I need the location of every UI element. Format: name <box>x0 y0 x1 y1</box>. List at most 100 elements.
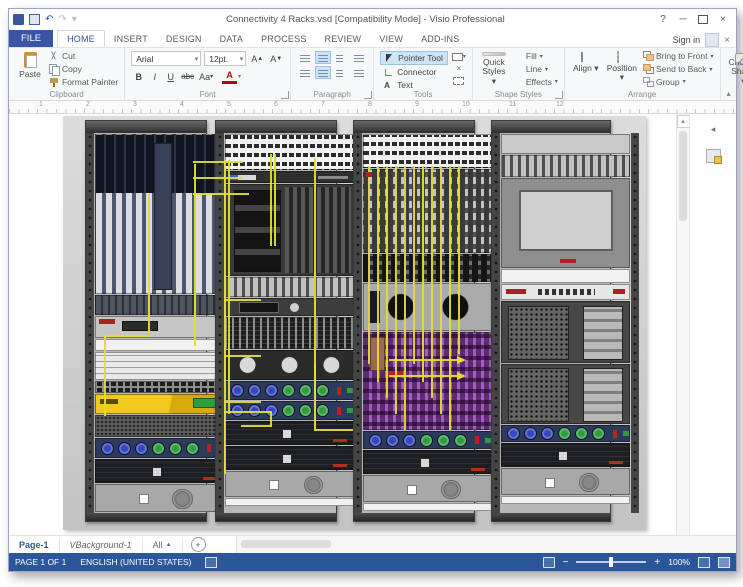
font-family-select[interactable]: Arial▾ <box>131 51 201 66</box>
tab-addins[interactable]: ADD-INS <box>412 31 468 47</box>
blade-server[interactable] <box>225 184 354 276</box>
cable-manager[interactable] <box>501 155 630 177</box>
shrink-font-button[interactable]: A▼ <box>268 53 284 65</box>
align-center-button[interactable] <box>315 51 331 64</box>
save-icon[interactable] <box>29 14 40 25</box>
blank-panel[interactable] <box>501 496 630 504</box>
ups-rack-mount[interactable] <box>501 468 630 495</box>
switch-stack[interactable] <box>363 169 492 253</box>
underline-button[interactable]: U <box>163 71 178 83</box>
router[interactable] <box>95 316 224 338</box>
storage-array[interactable] <box>501 364 630 424</box>
horizontal-scroll-thumb[interactable] <box>241 540 331 548</box>
macro-record-icon[interactable] <box>205 557 217 568</box>
minimize-button[interactable]: ─ <box>674 12 692 26</box>
core-router-chassis[interactable] <box>95 134 224 294</box>
align-bottom-button[interactable] <box>333 66 349 79</box>
fiber-panel[interactable] <box>95 438 224 458</box>
zoom-in-button[interactable]: + <box>654 557 660 568</box>
font-dialog-launcher[interactable] <box>281 91 289 99</box>
ups-rack-mount[interactable] <box>363 475 492 502</box>
port-module[interactable] <box>225 317 354 349</box>
kvm-console[interactable] <box>501 178 630 268</box>
tab-file[interactable]: FILE <box>9 30 53 47</box>
connection-point-button[interactable]: × <box>452 63 466 74</box>
vertical-scroll-thumb[interactable] <box>679 131 687 221</box>
pointer-tool-button[interactable]: Pointer Tool <box>380 51 448 65</box>
zoom-slider-thumb[interactable] <box>609 557 613 567</box>
blank-panel[interactable] <box>225 498 354 506</box>
horizontal-scrollbar[interactable] <box>236 536 736 553</box>
align-left-button[interactable] <box>297 51 313 64</box>
avatar[interactable] <box>705 33 719 47</box>
switch[interactable] <box>95 295 224 315</box>
language-indicator[interactable]: ENGLISH (UNITED STATES) <box>80 557 191 567</box>
vent-panel[interactable] <box>95 415 224 437</box>
bullets-button[interactable] <box>351 51 367 64</box>
page-indicator[interactable]: PAGE 1 OF 1 <box>15 557 66 567</box>
ups-rack-mount[interactable] <box>225 471 354 497</box>
freeform-tool-button[interactable] <box>452 75 466 86</box>
effects-button[interactable]: Effects ▾ <box>513 76 558 87</box>
port-module[interactable] <box>363 254 492 282</box>
blank-panel[interactable] <box>95 339 224 351</box>
tab-view[interactable]: VIEW <box>370 31 412 47</box>
rack-2[interactable] <box>215 120 337 522</box>
line-button[interactable]: Line ▾ <box>513 64 558 75</box>
font-color-button[interactable]: A <box>222 69 237 84</box>
shapes-panel-icon[interactable] <box>706 149 721 163</box>
indent-button[interactable] <box>351 66 367 79</box>
ups[interactable] <box>363 450 492 474</box>
connector-button[interactable]: Connector <box>380 66 448 78</box>
change-case-button[interactable]: Aa▾ <box>197 71 215 83</box>
rack-3[interactable] <box>353 120 475 522</box>
group-button[interactable]: Group ▾ <box>643 76 714 87</box>
page-tab-vbackground1[interactable]: VBackground-1 <box>60 538 143 552</box>
align-right-button[interactable] <box>333 51 349 64</box>
media-server[interactable] <box>225 298 354 316</box>
shape-styles-dialog-launcher[interactable] <box>555 91 563 99</box>
undo-icon[interactable]: ↶ <box>45 14 53 25</box>
switch-logo-bar[interactable] <box>225 171 354 183</box>
tab-process[interactable]: PROCESS <box>252 31 315 47</box>
port-module[interactable] <box>95 381 224 393</box>
sign-in-link[interactable]: Sign in <box>673 35 701 45</box>
ups[interactable] <box>225 446 354 470</box>
ups-rack-mount[interactable] <box>95 484 224 512</box>
tab-review[interactable]: REVIEW <box>316 31 371 47</box>
blank-panel[interactable] <box>501 269 630 283</box>
zoom-level[interactable]: 100% <box>668 557 690 567</box>
zoom-slider[interactable] <box>576 561 646 563</box>
tab-insert[interactable]: INSERT <box>105 31 157 47</box>
paste-button[interactable]: Paste <box>15 51 45 87</box>
paragraph-dialog-launcher[interactable] <box>364 91 372 99</box>
redo-icon[interactable]: ↷ <box>58 14 66 25</box>
power-strip[interactable] <box>501 284 630 300</box>
fan-tray[interactable] <box>225 350 354 380</box>
align-button[interactable]: Align ▾ <box>571 51 601 87</box>
format-painter-button[interactable]: Format Painter <box>49 76 118 87</box>
tab-design[interactable]: DESIGN <box>157 31 211 47</box>
strikethrough-button[interactable]: abc <box>179 71 196 83</box>
bold-button[interactable]: B <box>131 71 146 83</box>
presentation-mode-icon[interactable] <box>543 557 555 568</box>
storage-array[interactable] <box>501 301 630 363</box>
change-shape-button[interactable]: ChangeShape ▾ <box>727 51 743 87</box>
cable-manager[interactable] <box>225 277 354 297</box>
switch-windows-icon[interactable] <box>718 557 730 568</box>
rack-4[interactable] <box>491 120 611 522</box>
cut-button[interactable]: Cut <box>49 51 118 62</box>
help-button[interactable]: ? <box>654 12 672 26</box>
collapse-ribbon-icon[interactable]: ▲ <box>725 91 732 98</box>
rectangle-tool-button[interactable]: ▾ <box>452 51 466 62</box>
copy-button[interactable]: Copy <box>49 64 118 75</box>
rack-1[interactable] <box>85 120 207 522</box>
vertical-scrollbar[interactable]: ▲ <box>676 114 689 535</box>
font-color-dropdown[interactable]: ▾ <box>238 73 241 80</box>
align-top-button[interactable] <box>297 66 313 79</box>
blank-panel[interactable] <box>501 134 630 154</box>
fit-page-icon[interactable] <box>698 557 710 568</box>
ups[interactable] <box>501 443 630 467</box>
align-middle-button[interactable] <box>315 66 331 79</box>
core-switch-highlighted[interactable] <box>363 332 492 430</box>
